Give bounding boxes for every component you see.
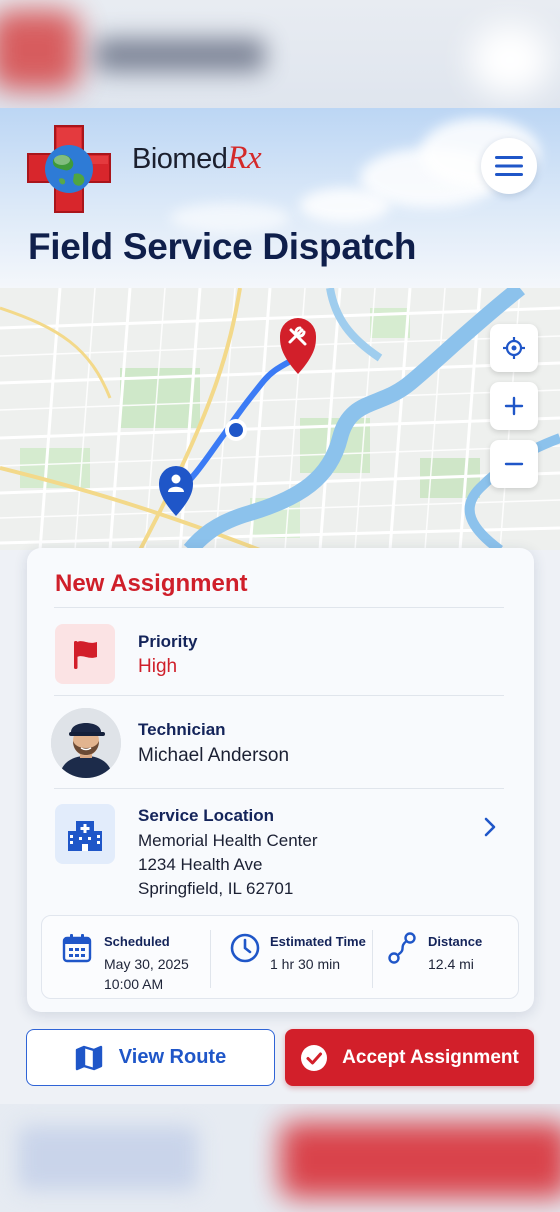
locate-button[interactable] [490,324,538,372]
hospital-icon [68,821,102,851]
location-label: Service Location [138,806,275,825]
scheduled-date: May 30, 2025 [104,956,189,972]
check-circle-icon [301,1044,328,1071]
technician-label: Technician [138,720,226,739]
app-header: BiomedRx Field Service Dispatch [0,108,560,288]
card-title: New Assignment [55,570,248,597]
flag-icon [74,641,97,669]
technician-avatar [51,708,121,778]
locate-icon [503,337,525,359]
blurred-bottom-band [0,1104,560,1212]
location-name: Memorial Health Center [138,831,318,850]
location-street: 1234 Health Ave [138,855,263,874]
location-icon-box [55,804,115,864]
divider [54,607,504,608]
chevron-right-icon [484,817,496,837]
priority-label: Priority [138,632,198,651]
accept-assignment-label: Accept Assignment [342,1046,519,1068]
priority-value: High [138,656,178,677]
assignment-stats: Scheduled May 30, 2025 10:00 AM Estimate… [41,915,519,999]
map-icon [75,1045,102,1070]
map-canvas [0,288,560,550]
menu-button[interactable] [481,138,537,194]
view-route-label: View Route [118,1046,227,1068]
view-route-button[interactable]: View Route [26,1029,275,1086]
estimated-time-stat: Estimated Time 1 hr 30 min [211,916,372,1000]
estimated-time-value: 1 hr 30 min [270,956,341,972]
route-map[interactable] [0,288,560,550]
distance-stat: Distance 12.4 mi [373,916,520,1000]
plus-icon [504,396,524,416]
blurred-top-band [0,0,560,108]
biomedrx-logo-icon [27,125,111,213]
technician-name: Michael Anderson [138,745,290,766]
divider [54,695,504,696]
current-position-icon [225,419,247,441]
brand-name: BiomedRx [132,140,262,176]
accept-assignment-button[interactable]: Accept Assignment [285,1029,534,1086]
assignment-card: New Assignment Priority High Technician … [27,548,534,1012]
location-city: Springfield, IL 62701 [138,879,294,898]
zoom-out-button[interactable] [490,440,538,488]
zoom-in-button[interactable] [490,382,538,430]
distance-value: 12.4 mi [428,956,474,972]
scheduled-stat: Scheduled May 30, 2025 10:00 AM [42,916,210,1000]
scheduled-label: Scheduled [104,934,170,949]
hamburger-icon [495,156,523,176]
location-details-button[interactable] [482,816,498,843]
calendar-icon [62,934,92,963]
estimated-time-label: Estimated Time [270,934,366,949]
clock-icon [230,933,260,963]
scheduled-time: 10:00 AM [104,976,164,992]
priority-icon-box [55,624,115,684]
minus-icon [504,462,524,466]
distance-label: Distance [428,934,483,949]
page-title: Field Service Dispatch [28,226,417,267]
divider [54,788,504,789]
route-icon [388,932,416,964]
